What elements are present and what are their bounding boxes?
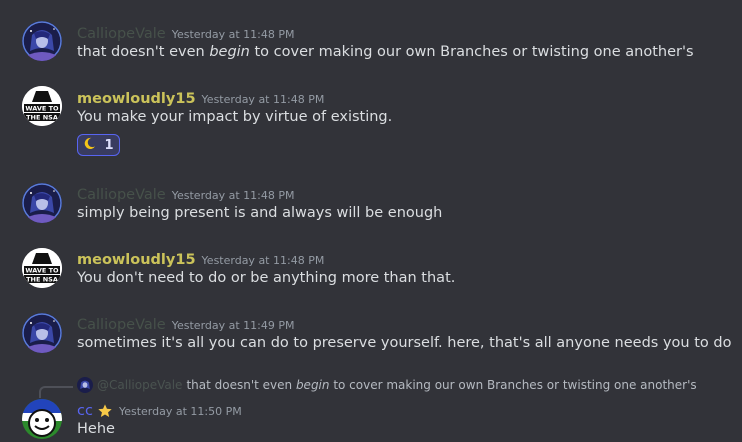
timestamp: Yesterday at 11:48 PM xyxy=(201,93,325,106)
reply-mention[interactable]: @CalliopeVale xyxy=(97,378,182,392)
avatar-text: WAVE TO xyxy=(25,105,59,113)
message-text: You make your impact by virtue of existi… xyxy=(77,109,393,125)
message-text: sometimes it's all you can do to preserv… xyxy=(77,335,732,351)
crescent-moon-icon xyxy=(83,137,96,154)
message-content: that doesn't even begin to cover making … xyxy=(77,44,694,60)
avatar[interactable]: WAVE TO THE NSA xyxy=(22,248,62,288)
avatar-text: WAVE TO xyxy=(25,267,59,275)
username[interactable]: CalliopeVale xyxy=(77,317,166,333)
message-text: You don't need to do or be anything more… xyxy=(77,270,456,286)
reply-text-part: to cover making our own Branches or twis… xyxy=(329,378,697,392)
reply-connector xyxy=(39,386,73,398)
message-text-italic: begin xyxy=(209,44,250,60)
reply-text-italic: begin xyxy=(295,378,330,392)
message-header: CalliopeVale Yesterday at 11:48 PM xyxy=(77,184,295,203)
reply-text-part: that doesn't even xyxy=(186,378,296,392)
message-text: that doesn't even xyxy=(77,44,210,60)
message-header: CalliopeVale Yesterday at 11:48 PM xyxy=(77,23,295,42)
reply-avatar xyxy=(77,377,93,393)
avatar[interactable] xyxy=(22,183,62,223)
username[interactable]: CalliopeVale xyxy=(77,26,166,42)
message-header: CalliopeVale Yesterday at 11:49 PM xyxy=(77,314,295,333)
username[interactable]: cc xyxy=(77,403,93,419)
message-header: meowloudly15 Yesterday at 11:48 PM xyxy=(77,88,324,107)
avatar-text: THE NSA xyxy=(26,114,58,122)
message-header: meowloudly15 Yesterday at 11:48 PM xyxy=(77,249,324,268)
reaction-count: 1 xyxy=(104,137,114,153)
username[interactable]: meowloudly15 xyxy=(77,91,196,107)
timestamp: Yesterday at 11:48 PM xyxy=(201,254,325,267)
reply-preview[interactable]: @CalliopeVale that doesn't even begin to… xyxy=(77,377,697,393)
timestamp: Yesterday at 11:50 PM xyxy=(118,405,242,418)
reply-text: that doesn't even begin to cover making … xyxy=(186,378,696,392)
avatar[interactable]: WAVE TO THE NSA xyxy=(22,86,62,126)
timestamp: Yesterday at 11:49 PM xyxy=(171,319,295,332)
star-icon xyxy=(97,403,113,419)
timestamp: Yesterday at 11:48 PM xyxy=(171,28,295,41)
timestamp: Yesterday at 11:48 PM xyxy=(171,189,295,202)
avatar-text: THE NSA xyxy=(26,276,58,284)
avatar[interactable] xyxy=(22,21,62,61)
reaction-button[interactable]: 1 xyxy=(77,134,120,156)
message-text: simply being present is and always will … xyxy=(77,205,443,221)
message-header: cc Yesterday at 11:50 PM xyxy=(77,400,242,419)
username[interactable]: meowloudly15 xyxy=(77,252,196,268)
avatar[interactable] xyxy=(22,313,62,353)
message-text: to cover making our own Branches or twis… xyxy=(249,44,694,60)
message-text: Hehe xyxy=(77,421,115,437)
avatar[interactable] xyxy=(22,399,62,439)
username[interactable]: CalliopeVale xyxy=(77,187,166,203)
message: CalliopeVale Yesterday at 11:48 PM that d… xyxy=(0,0,742,66)
